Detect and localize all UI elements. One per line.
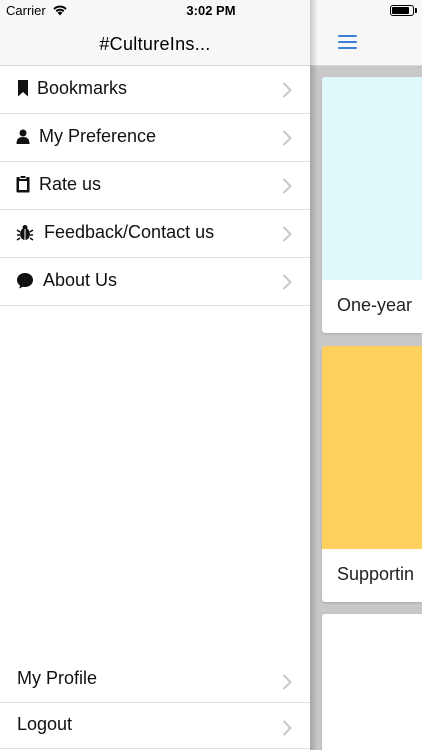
person-icon bbox=[14, 126, 32, 146]
hamburger-icon[interactable] bbox=[338, 35, 357, 49]
menu-item-about-us[interactable]: About Us bbox=[0, 258, 310, 306]
clipboard-icon bbox=[14, 174, 32, 194]
menu-item-label: My Profile bbox=[17, 668, 98, 688]
clock: 3:02 PM bbox=[186, 3, 236, 18]
chevron-right-icon bbox=[282, 225, 292, 243]
card-title: One-year bbox=[337, 295, 413, 315]
chevron-right-icon bbox=[282, 273, 292, 291]
side-drawer: #CultureIns... Bookmarks My Preference R… bbox=[0, 0, 310, 750]
chevron-right-icon bbox=[282, 177, 292, 195]
chevron-right-icon bbox=[282, 673, 292, 691]
menu-item-feedback[interactable]: Feedback/Contact us bbox=[0, 210, 310, 258]
menu-item-label: Rate us bbox=[39, 174, 102, 194]
menu-item-my-preference[interactable]: My Preference bbox=[0, 114, 310, 162]
chevron-right-icon bbox=[282, 81, 292, 99]
menu-item-logout[interactable]: Logout bbox=[0, 703, 310, 749]
menu-item-label: Logout bbox=[17, 714, 73, 734]
bookmark-icon bbox=[14, 78, 32, 98]
menu-item-rate-us[interactable]: Rate us bbox=[0, 162, 310, 210]
chevron-right-icon bbox=[282, 719, 292, 737]
drawer-shadow bbox=[310, 0, 318, 750]
drawer-title: #CultureIns... bbox=[99, 34, 211, 54]
app-screen: Carrier 3:02 PM One-year Supportin #Cult… bbox=[0, 0, 422, 750]
menu-item-label: My Preference bbox=[39, 126, 157, 146]
article-card[interactable]: One-year bbox=[322, 77, 422, 333]
menu-item-label: Feedback/Contact us bbox=[44, 222, 215, 242]
menu-item-label: Bookmarks bbox=[37, 78, 128, 98]
card-image bbox=[322, 77, 422, 280]
menu-item-label: About Us bbox=[43, 270, 118, 290]
card-image bbox=[322, 346, 422, 549]
card-image bbox=[322, 614, 422, 750]
status-bar: Carrier 3:02 PM bbox=[0, 0, 422, 22]
menu-item-my-profile[interactable]: My Profile bbox=[0, 657, 310, 703]
card-title: Supportin bbox=[337, 564, 415, 584]
bug-icon bbox=[16, 222, 34, 242]
menu-item-bookmarks[interactable]: Bookmarks bbox=[0, 66, 310, 114]
article-card[interactable] bbox=[322, 614, 422, 750]
chat-bubble-icon bbox=[16, 270, 34, 290]
chevron-right-icon bbox=[282, 129, 292, 147]
battery-icon bbox=[390, 5, 414, 16]
battery-tip bbox=[415, 8, 417, 13]
drawer-menu: Bookmarks My Preference Rate us Feedback… bbox=[0, 66, 310, 306]
article-card[interactable]: Supportin bbox=[322, 346, 422, 602]
